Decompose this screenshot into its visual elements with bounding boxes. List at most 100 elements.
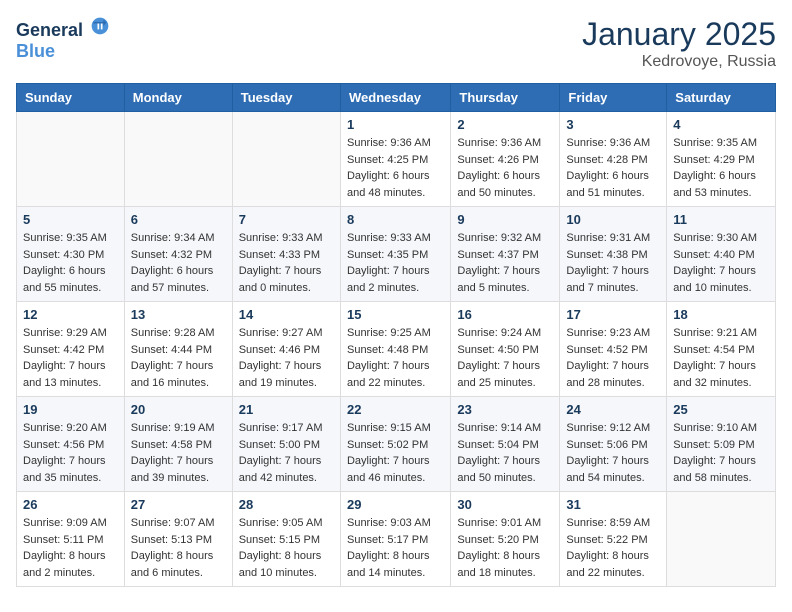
calendar-cell: [667, 492, 776, 587]
day-info: Sunrise: 9:36 AMSunset: 4:25 PMDaylight:…: [347, 135, 444, 201]
calendar: SundayMondayTuesdayWednesdayThursdayFrid…: [16, 83, 776, 587]
day-number: 4: [673, 117, 769, 132]
day-number: 30: [457, 497, 553, 512]
day-info: Sunrise: 9:36 AMSunset: 4:26 PMDaylight:…: [457, 135, 553, 201]
week-row-4: 26Sunrise: 9:09 AMSunset: 5:11 PMDayligh…: [17, 492, 776, 587]
calendar-cell: 22 Sunrise: 9:15 AMSunset: 5:02 PMDayligh…: [340, 397, 450, 492]
week-row-2: 12Sunrise: 9:29 AMSunset: 4:42 PMDayligh…: [17, 302, 776, 397]
day-info: Sunrise: 9:21 AMSunset: 4:54 PMDaylight:…: [673, 325, 769, 391]
calendar-cell: 16 Sunrise: 9:24 AMSunset: 4:50 PMDayligh…: [451, 302, 560, 397]
day-number: 25: [673, 402, 769, 417]
weekday-header-wednesday: Wednesday: [340, 84, 450, 112]
day-number: 31: [566, 497, 660, 512]
day-info: Sunrise: 9:14 AMSunset: 5:04 PMDaylight:…: [457, 420, 553, 486]
day-number: 29: [347, 497, 444, 512]
day-number: 11: [673, 212, 769, 227]
day-info: Sunrise: 9:07 AMSunset: 5:13 PMDaylight:…: [131, 515, 226, 581]
weekday-header-thursday: Thursday: [451, 84, 560, 112]
calendar-cell: [232, 112, 340, 207]
calendar-cell: 29 Sunrise: 9:03 AMSunset: 5:17 PMDayligh…: [340, 492, 450, 587]
day-number: 23: [457, 402, 553, 417]
day-info: Sunrise: 9:24 AMSunset: 4:50 PMDaylight:…: [457, 325, 553, 391]
week-row-3: 19 Sunrise: 9:20 AMSunset: 4:56 PMDayligh…: [17, 397, 776, 492]
day-number: 22: [347, 402, 444, 417]
day-info: Sunrise: 9:31 AMSunset: 4:38 PMDaylight:…: [566, 230, 660, 296]
day-info: Sunrise: 9:12 AMSunset: 5:06 PMDaylight:…: [566, 420, 660, 486]
calendar-cell: 2 Sunrise: 9:36 AMSunset: 4:26 PMDaylight…: [451, 112, 560, 207]
calendar-cell: 15Sunrise: 9:25 AMSunset: 4:48 PMDayligh…: [340, 302, 450, 397]
calendar-cell: 12Sunrise: 9:29 AMSunset: 4:42 PMDayligh…: [17, 302, 125, 397]
day-number: 18: [673, 307, 769, 322]
logo-text-blue: Blue: [16, 41, 55, 61]
calendar-cell: 6Sunrise: 9:34 AMSunset: 4:32 PMDaylight…: [124, 207, 232, 302]
location: Kedrovoye, Russia: [582, 53, 776, 71]
day-number: 2: [457, 117, 553, 132]
day-number: 5: [23, 212, 118, 227]
calendar-cell: 25 Sunrise: 9:10 AMSunset: 5:09 PMDayligh…: [667, 397, 776, 492]
day-number: 12: [23, 307, 118, 322]
day-info: Sunrise: 9:30 AMSunset: 4:40 PMDaylight:…: [673, 230, 769, 296]
day-info: Sunrise: 9:01 AMSunset: 5:20 PMDaylight:…: [457, 515, 553, 581]
title-block: January 2025 Kedrovoye, Russia: [582, 16, 776, 71]
calendar-cell: 23 Sunrise: 9:14 AMSunset: 5:04 PMDayligh…: [451, 397, 560, 492]
day-info: Sunrise: 9:32 AMSunset: 4:37 PMDaylight:…: [457, 230, 553, 296]
day-number: 26: [23, 497, 118, 512]
logo: General Blue: [16, 16, 110, 62]
calendar-cell: 1 Sunrise: 9:36 AMSunset: 4:25 PMDaylight…: [340, 112, 450, 207]
day-info: Sunrise: 9:35 AMSunset: 4:30 PMDaylight:…: [23, 230, 118, 296]
calendar-body: 1 Sunrise: 9:36 AMSunset: 4:25 PMDaylight…: [17, 112, 776, 587]
day-number: 10: [566, 212, 660, 227]
week-row-0: 1 Sunrise: 9:36 AMSunset: 4:25 PMDaylight…: [17, 112, 776, 207]
weekday-header-friday: Friday: [560, 84, 667, 112]
calendar-cell: 21 Sunrise: 9:17 AMSunset: 5:00 PMDayligh…: [232, 397, 340, 492]
calendar-cell: 19 Sunrise: 9:20 AMSunset: 4:56 PMDayligh…: [17, 397, 125, 492]
calendar-cell: [124, 112, 232, 207]
day-number: 20: [131, 402, 226, 417]
calendar-cell: 30 Sunrise: 9:01 AMSunset: 5:20 PMDayligh…: [451, 492, 560, 587]
calendar-cell: 9 Sunrise: 9:32 AMSunset: 4:37 PMDaylight…: [451, 207, 560, 302]
day-number: 6: [131, 212, 226, 227]
day-info: Sunrise: 9:23 AMSunset: 4:52 PMDaylight:…: [566, 325, 660, 391]
week-row-1: 5 Sunrise: 9:35 AMSunset: 4:30 PMDaylight…: [17, 207, 776, 302]
weekday-header-sunday: Sunday: [17, 84, 125, 112]
day-number: 27: [131, 497, 226, 512]
calendar-cell: 10 Sunrise: 9:31 AMSunset: 4:38 PMDayligh…: [560, 207, 667, 302]
day-info: Sunrise: 9:33 AMSunset: 4:35 PMDaylight:…: [347, 230, 444, 296]
calendar-cell: 4Sunrise: 9:35 AMSunset: 4:29 PMDaylight…: [667, 112, 776, 207]
day-number: 15: [347, 307, 444, 322]
calendar-cell: 17Sunrise: 9:23 AMSunset: 4:52 PMDayligh…: [560, 302, 667, 397]
day-number: 19: [23, 402, 118, 417]
logo-text-general: General: [16, 20, 83, 40]
calendar-cell: 27 Sunrise: 9:07 AMSunset: 5:13 PMDayligh…: [124, 492, 232, 587]
day-info: Sunrise: 9:19 AMSunset: 4:58 PMDaylight:…: [131, 420, 226, 486]
day-number: 21: [239, 402, 334, 417]
month-year: January 2025: [582, 16, 776, 53]
calendar-cell: 20 Sunrise: 9:19 AMSunset: 4:58 PMDayligh…: [124, 397, 232, 492]
weekday-header-monday: Monday: [124, 84, 232, 112]
day-info: Sunrise: 9:05 AMSunset: 5:15 PMDaylight:…: [239, 515, 334, 581]
day-info: Sunrise: 9:10 AMSunset: 5:09 PMDaylight:…: [673, 420, 769, 486]
day-info: Sunrise: 9:20 AMSunset: 4:56 PMDaylight:…: [23, 420, 118, 486]
calendar-cell: 13Sunrise: 9:28 AMSunset: 4:44 PMDayligh…: [124, 302, 232, 397]
day-info: Sunrise: 9:15 AMSunset: 5:02 PMDaylight:…: [347, 420, 444, 486]
day-number: 16: [457, 307, 553, 322]
day-number: 28: [239, 497, 334, 512]
day-number: 1: [347, 117, 444, 132]
calendar-cell: 24 Sunrise: 9:12 AMSunset: 5:06 PMDayligh…: [560, 397, 667, 492]
weekday-header-saturday: Saturday: [667, 84, 776, 112]
day-number: 8: [347, 212, 444, 227]
weekday-header-row: SundayMondayTuesdayWednesdayThursdayFrid…: [17, 84, 776, 112]
day-number: 24: [566, 402, 660, 417]
calendar-cell: 3Sunrise: 9:36 AMSunset: 4:28 PMDaylight…: [560, 112, 667, 207]
day-info: Sunrise: 9:36 AMSunset: 4:28 PMDaylight:…: [566, 135, 660, 201]
day-info: Sunrise: 9:28 AMSunset: 4:44 PMDaylight:…: [131, 325, 226, 391]
day-info: Sunrise: 9:17 AMSunset: 5:00 PMDaylight:…: [239, 420, 334, 486]
day-info: Sunrise: 9:33 AMSunset: 4:33 PMDaylight:…: [239, 230, 334, 296]
calendar-cell: 26Sunrise: 9:09 AMSunset: 5:11 PMDayligh…: [17, 492, 125, 587]
day-info: Sunrise: 9:03 AMSunset: 5:17 PMDaylight:…: [347, 515, 444, 581]
calendar-cell: 7Sunrise: 9:33 AMSunset: 4:33 PMDaylight…: [232, 207, 340, 302]
calendar-cell: 18 Sunrise: 9:21 AMSunset: 4:54 PMDayligh…: [667, 302, 776, 397]
day-number: 9: [457, 212, 553, 227]
calendar-cell: 14Sunrise: 9:27 AMSunset: 4:46 PMDayligh…: [232, 302, 340, 397]
calendar-cell: 31Sunrise: 8:59 AMSunset: 5:22 PMDayligh…: [560, 492, 667, 587]
